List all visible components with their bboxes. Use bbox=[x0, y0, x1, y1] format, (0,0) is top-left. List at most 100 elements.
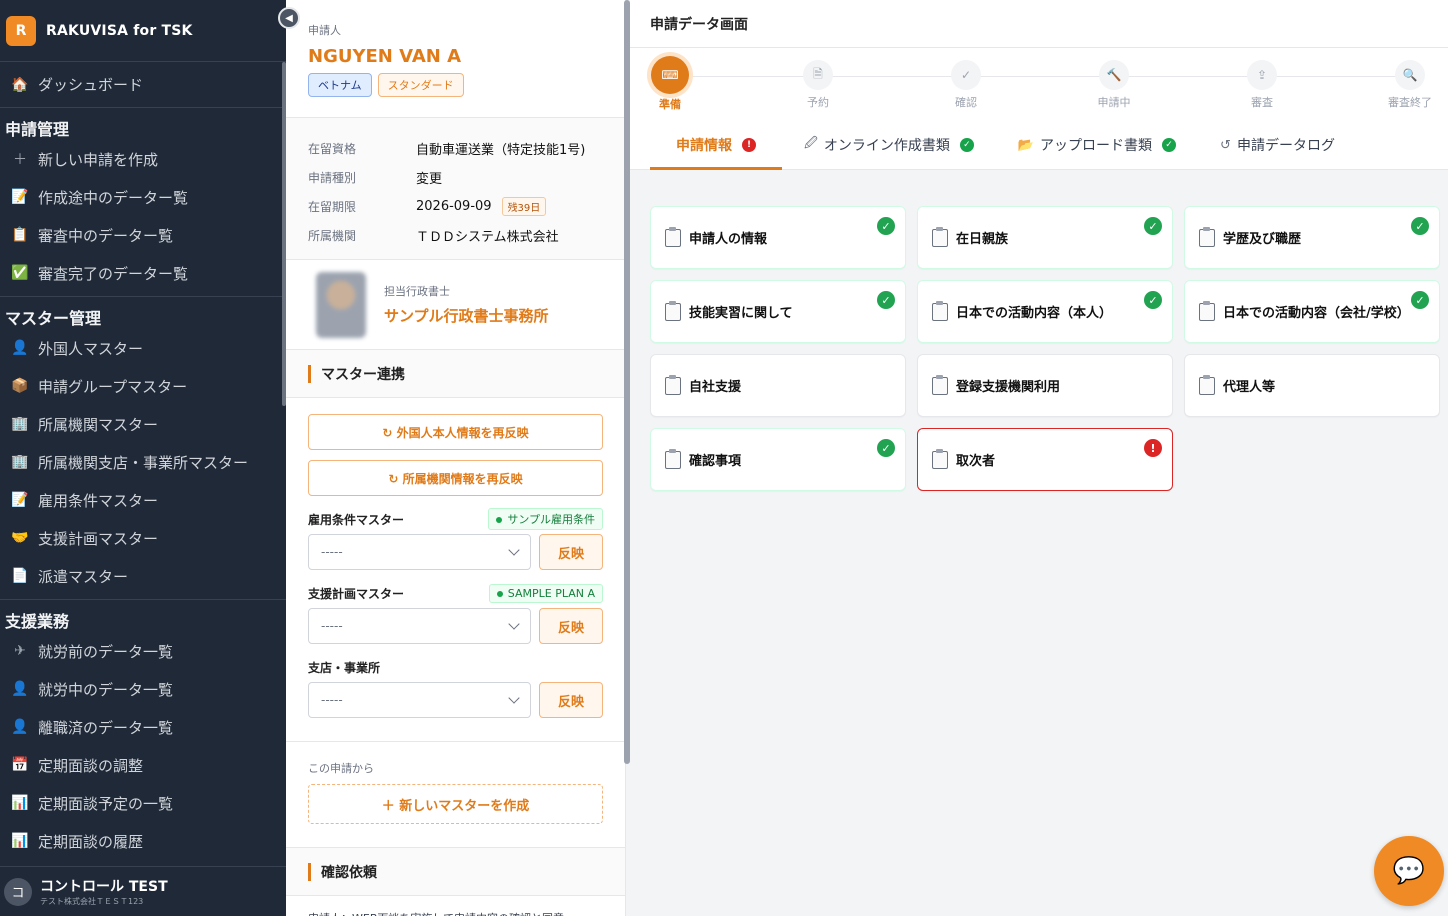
step-3[interactable]: 🔨 申請中 bbox=[1084, 60, 1144, 110]
section-card-label: 学歴及び職歴 bbox=[1223, 232, 1302, 247]
clipboard-icon bbox=[665, 300, 681, 321]
reapply-foreigner-button[interactable]: ↻ 外国人本人情報を再反映 bbox=[308, 414, 603, 450]
section-card[interactable]: 確認事項 ✓ bbox=[650, 428, 906, 491]
info-row: 在留資格 自動車運送業（特定技能1号) bbox=[308, 134, 603, 163]
confirm-request-header: 確認依頼 bbox=[286, 848, 625, 896]
sidebar-item-label: 新しい申請を作成 bbox=[38, 150, 159, 169]
check-icon: ✓ bbox=[1411, 291, 1429, 309]
reapply-org-button[interactable]: ↻ 所属機関情報を再反映 bbox=[308, 460, 603, 496]
info-key: 在留資格 bbox=[308, 142, 357, 156]
check-icon: ✓ bbox=[1411, 217, 1429, 235]
master-select[interactable]: ----- bbox=[308, 534, 531, 570]
section-card[interactable]: 在日親族 ✓ bbox=[917, 206, 1173, 269]
select-value: ----- bbox=[321, 619, 343, 633]
scrivener-photo bbox=[316, 271, 366, 338]
section-card[interactable]: 日本での活動内容（会社/学校） ✓ bbox=[1184, 280, 1440, 343]
sidebar-item[interactable]: 👤 離職済のデータ一覧 bbox=[0, 708, 286, 746]
tab-icon: 📂 bbox=[1017, 137, 1035, 153]
field-label: 雇用条件マスター bbox=[308, 512, 405, 527]
info-value: ＴＤＤシステム株式会社 bbox=[416, 230, 559, 245]
nav-icon: 👤 bbox=[11, 719, 29, 735]
tab-0[interactable]: 申請情報! bbox=[650, 120, 782, 170]
section-card[interactable]: 代理人等 bbox=[1184, 354, 1440, 417]
sidebar-item[interactable]: 👤 外国人マスター bbox=[0, 329, 286, 367]
sidebar-item-dashboard[interactable]: 🏠 ダッシュボード bbox=[0, 62, 286, 108]
step-icon: 🔍 bbox=[1395, 60, 1425, 90]
sidebar-item[interactable]: 📦 申請グループマスター bbox=[0, 367, 286, 405]
step-2[interactable]: ✓ 確認 bbox=[936, 60, 996, 110]
nav-icon: 📅 bbox=[11, 757, 29, 773]
sidebar-item[interactable]: 🏢 所属機関支店・事業所マスター bbox=[0, 443, 286, 481]
step-label: 申請中 bbox=[1097, 96, 1131, 109]
info-key: 申請種別 bbox=[308, 171, 357, 185]
scrivener-box: 担当行政書士 サンプル行政書士事務所 bbox=[286, 260, 625, 350]
step-1[interactable]: 🗎 予約 bbox=[788, 60, 848, 110]
progress-stepper: ⌨ 準備 🗎 予約 ✓ 確認 🔨 申請中 ⇪ 審査 🔍 審査終了 bbox=[630, 48, 1448, 120]
section-card[interactable]: 学歴及び職歴 ✓ bbox=[1184, 206, 1440, 269]
sidebar-item[interactable]: 📝 雇用条件マスター bbox=[0, 481, 286, 519]
sidebar-item[interactable]: ＋ 新しい申請を作成 bbox=[0, 140, 286, 178]
section-card[interactable]: 申請人の情報 ✓ bbox=[650, 206, 906, 269]
sidebar-item[interactable]: 📋 審査中のデーター覧 bbox=[0, 216, 286, 254]
tab-2[interactable]: 📂 アップロード書類 ✓ bbox=[996, 120, 1198, 170]
create-master-button[interactable]: ＋ 新しいマスターを作成 bbox=[308, 784, 603, 824]
sidebar-item[interactable]: ✈ 就労前のデータ一覧 bbox=[0, 632, 286, 670]
sidebar-item[interactable]: 📄 派遣マスター bbox=[0, 557, 286, 595]
step-icon: ⇪ bbox=[1247, 60, 1277, 90]
remaining-days-badge: 残39日 bbox=[501, 197, 547, 216]
brand-logo: R bbox=[6, 15, 36, 46]
step-label: 予約 bbox=[807, 96, 829, 109]
step-icon: ⌨ bbox=[651, 56, 689, 94]
sidebar-item[interactable]: 📊 定期面談の履歴 bbox=[0, 822, 286, 860]
select-value: ----- bbox=[321, 693, 343, 707]
section-accent-bar bbox=[308, 364, 311, 383]
sidebar-item[interactable]: 👤 就労中のデータ一覧 bbox=[0, 670, 286, 708]
section-card[interactable]: 登録支援機関利用 bbox=[917, 354, 1173, 417]
check-icon: ✓ bbox=[877, 439, 895, 457]
section-card[interactable]: 技能実習に関して ✓ bbox=[650, 280, 906, 343]
apply-button[interactable]: 反映 bbox=[539, 534, 603, 570]
step-0[interactable]: ⌨ 準備 bbox=[640, 56, 700, 112]
status-dot-icon bbox=[496, 590, 503, 597]
step-4[interactable]: ⇪ 審査 bbox=[1232, 60, 1292, 110]
step-icon: ✓ bbox=[951, 60, 981, 90]
section-card[interactable]: 自社支援 bbox=[650, 354, 906, 417]
info-row: 在留期限 2026-09-09 残39日 bbox=[308, 192, 603, 221]
sidebar-collapse-button[interactable]: ◀ bbox=[278, 7, 300, 29]
clipboard-icon bbox=[932, 448, 948, 469]
plan-tag: スタンダード bbox=[377, 73, 464, 97]
clipboard-icon bbox=[1199, 374, 1215, 395]
apply-button[interactable]: 反映 bbox=[539, 682, 603, 718]
sidebar-item[interactable]: 📊 定期面談予定の一覧 bbox=[0, 784, 286, 822]
sidebar-item[interactable]: 🏢 所属機関マスター bbox=[0, 405, 286, 443]
sidebar-section-title: 支援業務 bbox=[5, 612, 70, 631]
brand[interactable]: R RAKUVISA for TSK bbox=[0, 0, 286, 62]
apply-button[interactable]: 反映 bbox=[539, 608, 603, 644]
step-icon: 🗎 bbox=[803, 60, 833, 90]
section-card[interactable]: 取次者! bbox=[917, 428, 1173, 491]
linked-master-name: SAMPLE PLAN A bbox=[507, 586, 595, 600]
tab-label: オンライン作成書類 bbox=[823, 138, 950, 154]
sidebar-item[interactable]: 🤝 支援計画マスター bbox=[0, 519, 286, 557]
sidebar-item-label: 定期面談の調整 bbox=[38, 756, 144, 775]
step-5[interactable]: 🔍 審査終了 bbox=[1380, 60, 1440, 110]
sidebar-item[interactable]: 📝 作成途中のデーター覧 bbox=[0, 178, 286, 216]
scrivener-label: 担当行政書士 bbox=[384, 285, 450, 298]
check-icon: ✓ bbox=[959, 138, 974, 152]
master-sync-body: ↻ 外国人本人情報を再反映 ↻ 所属機関情報を再反映 雇用条件マスター サンプル雇… bbox=[286, 398, 625, 742]
tab-1[interactable]: 🖉 オンライン作成書類 ✓ bbox=[782, 120, 996, 170]
chat-button[interactable]: 💬 bbox=[1374, 836, 1444, 906]
sidebar-item[interactable]: 📅 定期面談の調整 bbox=[0, 746, 286, 784]
sidebar-item[interactable]: ✅ 審査完了のデーター覧 bbox=[0, 254, 286, 292]
master-select[interactable]: ----- bbox=[308, 682, 531, 718]
nav-icon: 📋 bbox=[11, 227, 29, 243]
section-card[interactable]: 日本での活動内容（本人） ✓ bbox=[917, 280, 1173, 343]
clipboard-icon bbox=[1199, 226, 1215, 247]
scrivener-name[interactable]: サンプル行政書士事務所 bbox=[384, 305, 549, 326]
tab-bar: 申請情報! 🖉 オンライン作成書類 ✓ 📂 アップロード書類 ✓ ↺ 申請データログ bbox=[630, 120, 1448, 170]
page-title: 申請データ画面 bbox=[630, 0, 1448, 48]
master-select[interactable]: ----- bbox=[308, 608, 531, 644]
tab-label: アップロード書類 bbox=[1040, 138, 1153, 154]
user-menu[interactable]: コ コントロール TEST テスト株式会社ＴＥＳＴ123 bbox=[0, 866, 286, 916]
tab-3[interactable]: ↺ 申請データログ bbox=[1198, 120, 1357, 170]
